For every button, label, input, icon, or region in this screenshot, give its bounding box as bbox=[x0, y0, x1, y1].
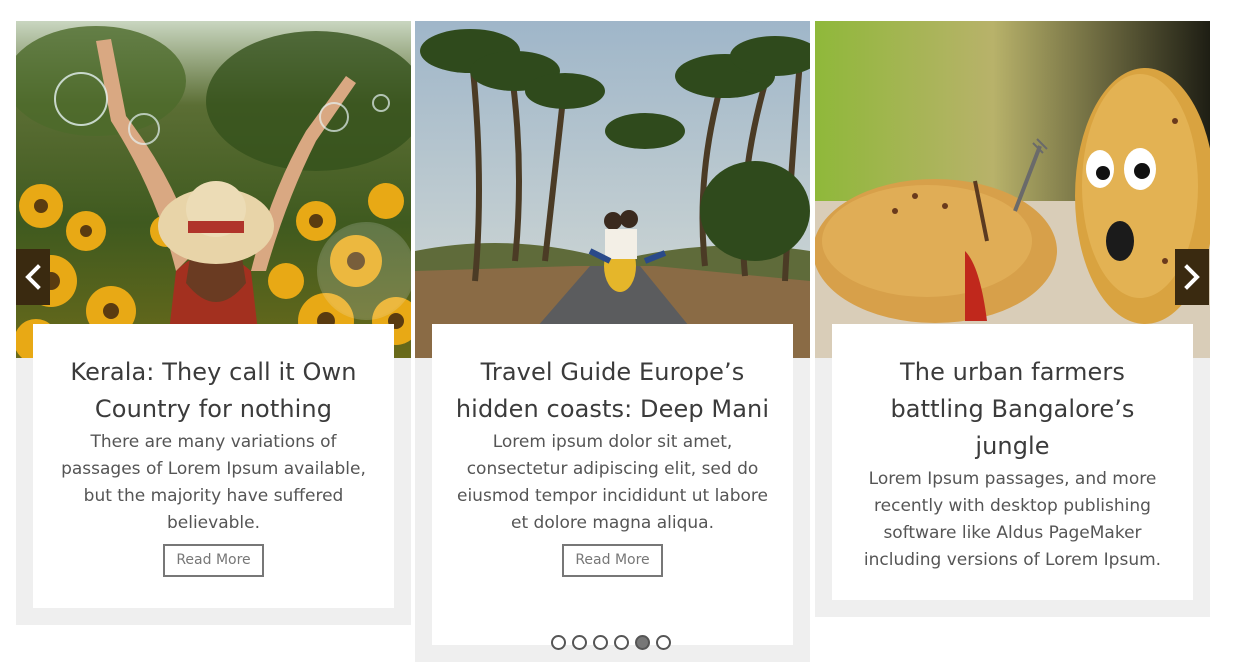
blog-carousel: Kerala: They call it Own Country for not… bbox=[0, 0, 1233, 664]
read-more-button[interactable]: Read More bbox=[163, 544, 264, 577]
card-title[interactable]: Travel Guide Europe’s hidden coasts: Dee… bbox=[450, 354, 775, 428]
card-content-2: Travel Guide Europe’s hidden coasts: Dee… bbox=[432, 324, 793, 645]
card-excerpt: There are many variations of passages of… bbox=[61, 432, 366, 533]
card-excerpt: Lorem ipsum dolor sit amet, consectetur … bbox=[457, 432, 768, 533]
carousel-next-button[interactable] bbox=[1175, 249, 1209, 305]
read-more-button[interactable]: Read More bbox=[562, 544, 663, 577]
carousel-dot-4[interactable] bbox=[614, 635, 629, 650]
carousel-card-1: Kerala: They call it Own Country for not… bbox=[16, 21, 411, 625]
carousel-prev-button[interactable] bbox=[16, 249, 50, 305]
carousel-card-3: The urban farmers battling Bangalore’s j… bbox=[815, 21, 1210, 617]
carousel-pagination bbox=[551, 635, 671, 650]
carousel-card-2: Travel Guide Europe’s hidden coasts: Dee… bbox=[415, 21, 810, 662]
card-image-sunflowers bbox=[16, 21, 411, 358]
chevron-left-icon bbox=[25, 264, 41, 290]
card-title[interactable]: Kerala: They call it Own Country for not… bbox=[51, 354, 376, 428]
card-image-palm-road bbox=[415, 21, 810, 358]
card-content-1: Kerala: They call it Own Country for not… bbox=[33, 324, 394, 608]
card-title[interactable]: The urban farmers battling Bangalore’s j… bbox=[850, 354, 1175, 465]
carousel-dot-5[interactable] bbox=[635, 635, 650, 650]
carousel-dot-6[interactable] bbox=[656, 635, 671, 650]
carousel-dot-2[interactable] bbox=[572, 635, 587, 650]
carousel-dot-3[interactable] bbox=[593, 635, 608, 650]
card-content-3: The urban farmers battling Bangalore’s j… bbox=[832, 324, 1193, 600]
card-image-potatoes bbox=[815, 21, 1210, 358]
card-excerpt: Lorem Ipsum passages, and more recently … bbox=[863, 469, 1162, 570]
carousel-dot-1[interactable] bbox=[551, 635, 566, 650]
chevron-right-icon bbox=[1184, 264, 1200, 290]
